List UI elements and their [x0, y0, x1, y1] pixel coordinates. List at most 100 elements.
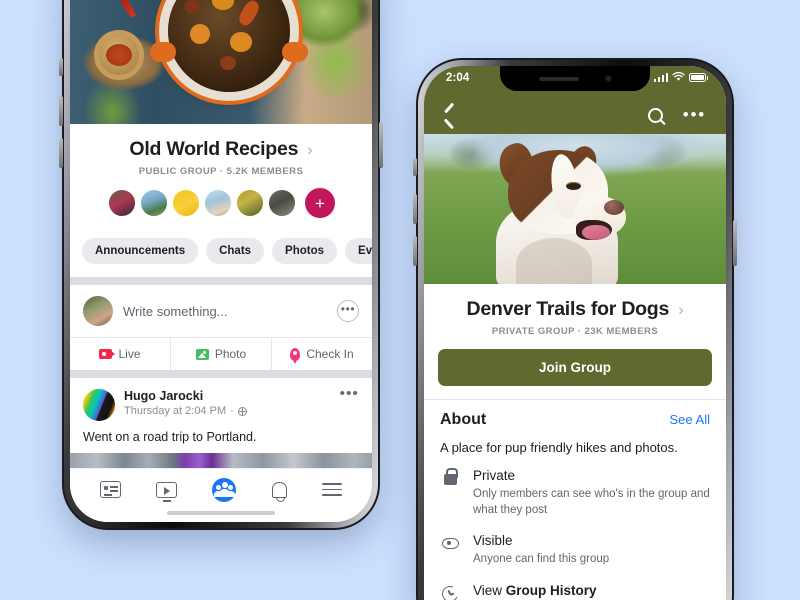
- cover-decor: [168, 0, 290, 92]
- about-section: About See All A place for pup friendly h…: [424, 399, 726, 455]
- cover-decor: [516, 238, 592, 284]
- group-meta: PUBLIC GROUP · 5.2K MEMBERS: [138, 166, 304, 177]
- silent-switch[interactable]: [413, 158, 417, 176]
- about-title: About: [440, 411, 487, 428]
- group-title[interactable]: Old World Recipes ›: [129, 138, 312, 161]
- join-group-wrap: Join Group: [424, 337, 726, 399]
- cover-decor: [94, 30, 144, 80]
- tab-watch[interactable]: [156, 481, 178, 502]
- tab-photos[interactable]: Photos: [272, 238, 338, 264]
- about-header: About See All: [440, 411, 710, 429]
- member-avatar[interactable]: [107, 188, 137, 218]
- earpiece-speaker: [538, 76, 579, 81]
- post-author[interactable]: Hugo Jarocki: [124, 389, 247, 403]
- bell-icon: [271, 481, 287, 502]
- member-avatar[interactable]: [267, 188, 297, 218]
- info-label: Private: [473, 468, 516, 483]
- group-header: Denver Trails for Dogs › PRIVATE GROUP ·…: [424, 284, 726, 337]
- post-text: Went on a road trip to Portland.: [83, 430, 257, 444]
- facebook-group-screen-left: Old World Recipes › PUBLIC GROUP · 5.2K …: [70, 0, 372, 522]
- cover-decor: [282, 42, 308, 62]
- info-label-bold: Group History: [505, 582, 597, 598]
- add-member-button[interactable]: +: [305, 188, 335, 218]
- see-all-link[interactable]: See All: [670, 412, 710, 427]
- info-item-group-history[interactable]: View Group History Group created on Jan …: [439, 582, 710, 600]
- phone-right: 2:04 ••• Denver Trails for Dogs › PRIVAT…: [413, 58, 737, 600]
- info-sub: Only members can see who's in the group …: [473, 488, 710, 516]
- home-indicator[interactable]: [167, 510, 275, 515]
- canvas: Old World Recipes › PUBLIC GROUP · 5.2K …: [0, 0, 800, 600]
- checkin-action-button[interactable]: Check In: [271, 338, 372, 370]
- tab-announcements[interactable]: Announcements: [82, 238, 199, 264]
- phone-left: Old World Recipes › PUBLIC GROUP · 5.2K …: [59, 0, 383, 530]
- section-divider: [70, 370, 372, 378]
- group-meta: PRIVATE GROUP · 23K MEMBERS: [491, 326, 659, 337]
- tab-menu[interactable]: [322, 483, 343, 496]
- volume-down-button[interactable]: [413, 236, 417, 266]
- group-title-text: Old World Recipes: [129, 138, 299, 160]
- history-icon: [439, 582, 461, 600]
- info-sub: Anyone can find this group: [473, 553, 610, 566]
- photo-action-button[interactable]: Photo: [170, 338, 271, 370]
- cover-decor: [576, 220, 612, 240]
- live-video-icon: [99, 349, 116, 359]
- power-button[interactable]: [733, 220, 737, 266]
- photo-label: Photo: [214, 347, 247, 361]
- nav-bar: •••: [424, 96, 726, 134]
- tab-chats[interactable]: Chats: [206, 238, 265, 264]
- group-info-list: Private Only members can see who's in th…: [424, 455, 726, 600]
- post-timestamp: Thursday at 2:04 PM ·: [124, 405, 247, 417]
- post-header: Hugo Jarocki Thursday at 2:04 PM · •••: [83, 386, 359, 421]
- composer-actions: Live Photo Check In: [70, 338, 372, 370]
- cover-decor: [150, 42, 176, 62]
- section-divider: [70, 277, 372, 285]
- member-avatar[interactable]: [139, 188, 169, 218]
- live-action-button[interactable]: Live: [70, 338, 170, 370]
- status-clock: 2:04: [446, 72, 470, 84]
- eye-icon: [440, 532, 460, 568]
- tab-news-feed[interactable]: [99, 481, 121, 498]
- composer[interactable]: Write something... •••: [70, 285, 372, 337]
- member-avatar[interactable]: [203, 188, 233, 218]
- tab-events[interactable]: Events: [345, 238, 372, 264]
- member-avatar[interactable]: [235, 188, 265, 218]
- volume-up-button[interactable]: [413, 194, 417, 224]
- phone-left-screen: Old World Recipes › PUBLIC GROUP · 5.2K …: [70, 0, 372, 522]
- post-time-text: Thursday at 2:04 PM: [124, 405, 227, 417]
- live-label: Live: [118, 347, 141, 361]
- tab-notifications[interactable]: [271, 481, 287, 502]
- volume-up-button[interactable]: [59, 96, 63, 126]
- info-item-private[interactable]: Private Only members can see who's in th…: [440, 467, 710, 518]
- tab-groups[interactable]: [212, 477, 237, 502]
- silent-switch[interactable]: [59, 58, 63, 76]
- bottom-tab-bar[interactable]: [70, 468, 372, 522]
- avatar[interactable]: [83, 389, 115, 421]
- info-item-visible[interactable]: Visible Anyone can find this group: [440, 532, 710, 568]
- search-icon[interactable]: [647, 107, 663, 123]
- group-tab-pills[interactable]: Announcements Chats Photos Events: [70, 226, 372, 277]
- group-title[interactable]: Denver Trails for Dogs ›: [467, 298, 684, 321]
- status-indicators: [653, 72, 708, 82]
- group-cover-photo-food[interactable]: [70, 0, 372, 124]
- join-group-button[interactable]: Join Group: [438, 349, 712, 386]
- nav-actions: •••: [647, 106, 706, 124]
- group-cover-photo-dog[interactable]: [424, 134, 726, 284]
- member-avatars[interactable]: +: [70, 188, 372, 218]
- composer-more-button[interactable]: •••: [337, 300, 359, 322]
- composer-input[interactable]: Write something...: [123, 304, 327, 319]
- post-separator: ·: [230, 405, 234, 417]
- cover-decor: [566, 182, 581, 190]
- news-feed-icon: [99, 481, 121, 498]
- location-pin-icon: [290, 347, 301, 364]
- phone-right-screen: 2:04 ••• Denver Trails for Dogs › PRIVAT…: [424, 66, 726, 600]
- globe-icon: [237, 406, 247, 416]
- power-button[interactable]: [379, 122, 383, 168]
- volume-down-button[interactable]: [59, 138, 63, 168]
- post-menu-button[interactable]: •••: [340, 386, 359, 401]
- back-button[interactable]: [444, 106, 455, 125]
- front-camera: [604, 75, 612, 82]
- chevron-right-icon: ›: [678, 299, 684, 319]
- more-options-button[interactable]: •••: [683, 106, 706, 124]
- wifi-icon: [672, 72, 685, 81]
- member-avatar[interactable]: [171, 188, 201, 218]
